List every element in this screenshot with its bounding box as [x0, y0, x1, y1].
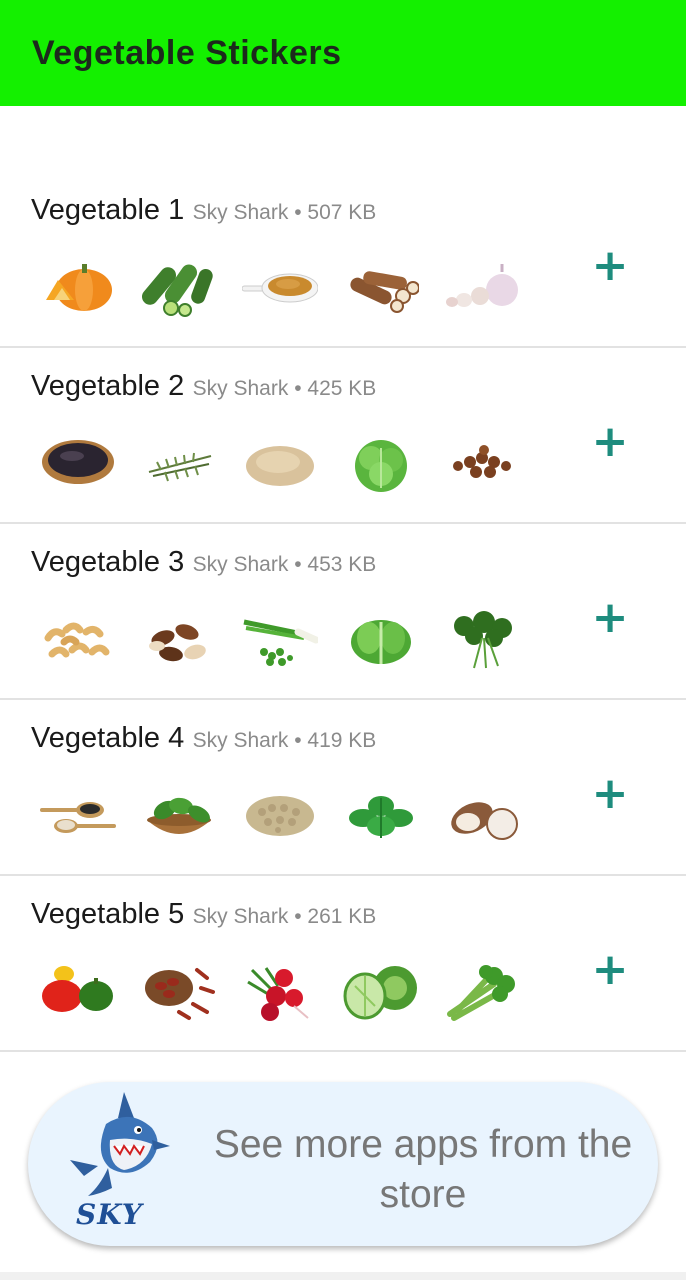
sticker-pack-5[interactable]: Vegetable 5 Sky Shark • 261 KB + [0, 876, 686, 1052]
lettuce-icon [343, 432, 419, 494]
pack-name: Vegetable 1 [31, 194, 185, 226]
grain-pile-icon [242, 432, 318, 494]
pack-name: Vegetable 5 [31, 898, 185, 930]
coriander-seeds-icon [242, 784, 318, 846]
cucumber-icon [141, 256, 217, 318]
add-pack-button[interactable]: + [588, 244, 632, 290]
cashews-icon [40, 608, 116, 670]
mint-icon [343, 784, 419, 846]
green-onion-icon [242, 608, 318, 670]
pack-size: 453 KB [307, 553, 377, 576]
sticker-pack-1[interactable]: Vegetable 1 Sky Shark • 507 KB + [0, 172, 686, 348]
add-pack-button[interactable]: + [588, 772, 632, 818]
pack-name: Vegetable 3 [31, 546, 185, 578]
pack-author: Sky Shark [192, 377, 289, 400]
sticker-previews [40, 608, 545, 670]
bell-peppers-icon [40, 960, 116, 1022]
black-rice-bowl-icon [40, 432, 116, 494]
store-banner-text: See more apps from the store [213, 1123, 633, 1216]
chickpeas-icon [444, 432, 520, 494]
sticker-pack-list: Vegetable 1 Sky Shark • 507 KB + Vegetab… [0, 172, 686, 1052]
romaine-lettuce-icon [343, 608, 419, 670]
cassava-icon [343, 256, 419, 318]
bottom-strip [0, 1272, 686, 1280]
sticker-pack-3[interactable]: Vegetable 3 Sky Shark • 453 KB + [0, 524, 686, 700]
sticker-previews [40, 960, 545, 1022]
separator-dot: • [294, 201, 302, 224]
pumpkin-icon [40, 256, 116, 318]
add-pack-button[interactable]: + [588, 948, 632, 994]
sticker-previews [40, 256, 545, 318]
pack-meta: Sky Shark • 419 KB [193, 729, 377, 752]
cabbage-icon [343, 960, 419, 1022]
pack-meta: Sky Shark • 507 KB [193, 201, 377, 224]
logo-text: SKY [76, 1198, 143, 1231]
pack-header: Vegetable 4 Sky Shark • 419 KB [31, 722, 376, 755]
shark-logo: SKY [60, 1084, 174, 1240]
pack-name: Vegetable 4 [31, 722, 185, 754]
pack-header: Vegetable 2 Sky Shark • 425 KB [31, 370, 376, 403]
add-pack-button[interactable]: + [588, 596, 632, 642]
radishes-icon [242, 960, 318, 1022]
pack-author: Sky Shark [192, 201, 289, 224]
separator-dot: • [294, 377, 302, 400]
separator-dot: • [294, 905, 302, 928]
pack-size: 419 KB [307, 729, 377, 752]
pack-header: Vegetable 3 Sky Shark • 453 KB [31, 546, 376, 579]
sticker-pack-4[interactable]: Vegetable 4 Sky Shark • 419 KB + [0, 700, 686, 876]
pack-author: Sky Shark [192, 729, 289, 752]
pack-size: 507 KB [307, 201, 377, 224]
garlic-icon [444, 256, 520, 318]
seed-spoons-icon [40, 784, 116, 846]
see-more-apps-button[interactable]: SKY See more apps from the store [28, 1082, 658, 1246]
sticker-previews [40, 432, 545, 494]
pack-header: Vegetable 5 Sky Shark • 261 KB [31, 898, 376, 931]
separator-dot: • [294, 729, 302, 752]
taro-icon [444, 784, 520, 846]
separator-dot: • [294, 553, 302, 576]
sticker-pack-2[interactable]: Vegetable 2 Sky Shark • 425 KB + [0, 348, 686, 524]
app-bar: Vegetable Stickers [0, 0, 686, 106]
pack-header: Vegetable 1 Sky Shark • 507 KB [31, 194, 376, 227]
rosemary-icon [141, 432, 217, 494]
pack-size: 261 KB [307, 905, 377, 928]
pack-author: Sky Shark [192, 553, 289, 576]
celery-icon [444, 960, 520, 1022]
dried-chilies-icon [141, 960, 217, 1022]
pack-author: Sky Shark [192, 905, 289, 928]
pack-meta: Sky Shark • 453 KB [193, 553, 377, 576]
spice-spoon-icon [242, 256, 318, 318]
pack-name: Vegetable 2 [31, 370, 185, 402]
brazil-nuts-icon [141, 608, 217, 670]
parsley-icon [444, 608, 520, 670]
spinach-bowl-icon [141, 784, 217, 846]
pack-meta: Sky Shark • 261 KB [193, 905, 377, 928]
sticker-previews [40, 784, 545, 846]
pack-meta: Sky Shark • 425 KB [193, 377, 377, 400]
pack-size: 425 KB [307, 377, 377, 400]
app-title: Vegetable Stickers [32, 34, 342, 72]
add-pack-button[interactable]: + [588, 420, 632, 466]
